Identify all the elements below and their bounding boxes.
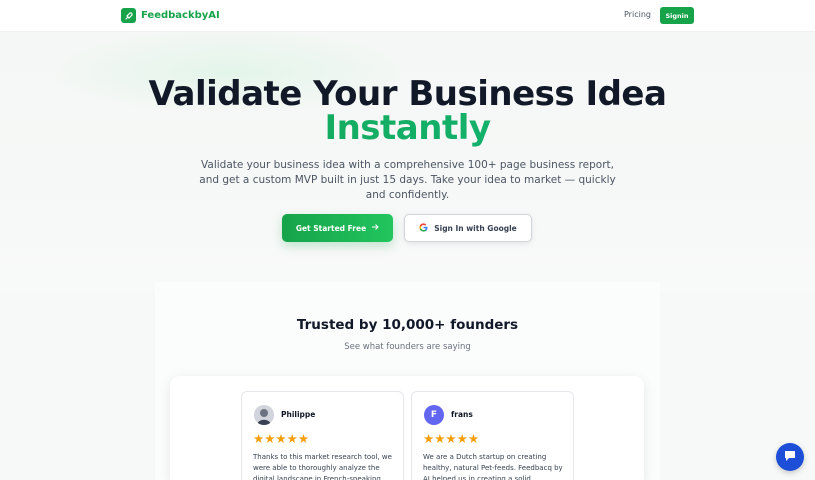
site-header: FeedbackbyAI Pricing Signin (0, 0, 815, 32)
review-text: We are a Dutch startup on creating healt… (423, 453, 563, 480)
get-started-label: Get Started Free (295, 223, 367, 233)
brand-name: FeedbackbyAI (141, 10, 220, 21)
hero-subtitle: Validate your business idea with a compr… (199, 159, 616, 201)
rocket-icon (121, 8, 136, 23)
testimonials-title: Trusted by 10,000+ founders (296, 317, 519, 333)
get-started-button[interactable]: Get Started Free (282, 214, 393, 242)
testimonial-card: Philippe ★★★★★ Thanks to this market res… (241, 391, 404, 480)
reviewer-name: frans (451, 410, 473, 419)
signin-button[interactable]: Signin (660, 7, 694, 24)
reviewer-name: Philippe (281, 410, 316, 419)
logo[interactable]: FeedbackbyAI (121, 8, 220, 23)
google-signin-button[interactable]: Sign In with Google (404, 214, 532, 242)
google-icon (419, 222, 428, 234)
nav-pricing-link[interactable]: Pricing (624, 10, 651, 19)
star-rating: ★★★★★ (253, 431, 310, 446)
testimonial-card: F frans ★★★★★ We are a Dutch startup on … (411, 391, 574, 480)
chat-icon (783, 448, 797, 467)
review-text: Thanks to this market research tool, we … (253, 453, 392, 480)
google-signin-label: Sign In with Google (434, 223, 517, 233)
star-rating: ★★★★★ (423, 431, 480, 446)
hero-title-accent: Instantly (0, 108, 815, 148)
avatar (254, 405, 274, 425)
testimonials-subtitle: See what founders are saying (344, 342, 471, 352)
chat-button[interactable] (776, 443, 804, 471)
arrow-right-icon (371, 223, 379, 233)
avatar: F (424, 405, 444, 425)
